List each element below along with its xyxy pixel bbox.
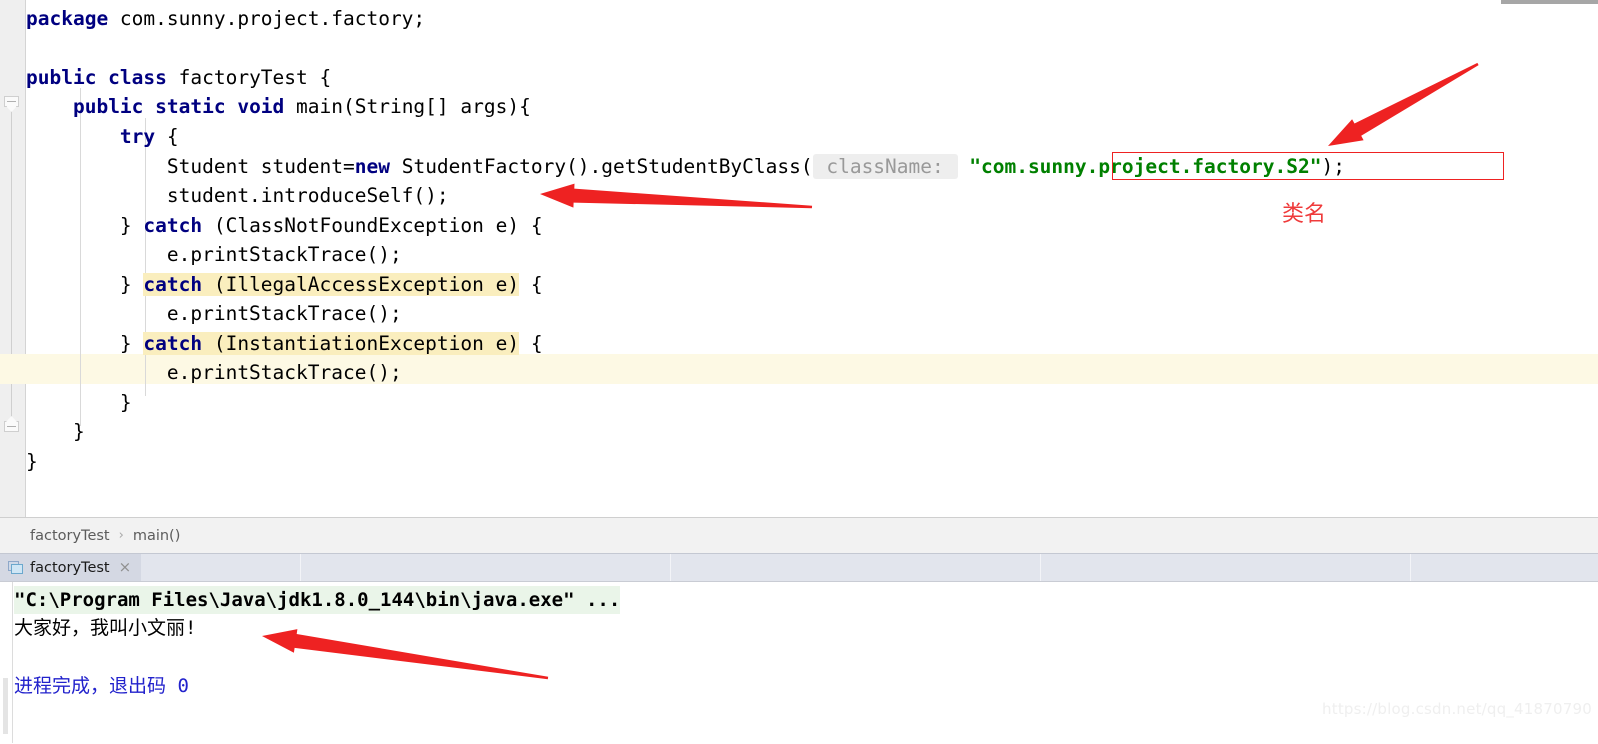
code-line[interactable]: e.printStackTrace(); — [26, 358, 402, 388]
console-output[interactable]: "C:\Program Files\Java\jdk1.8.0_144\bin\… — [14, 582, 1598, 743]
code-token: ); — [1321, 155, 1345, 178]
code-token: com.sunny.project.factory; — [119, 7, 426, 30]
code-line[interactable]: } catch (InstantiationException e) { — [26, 329, 543, 359]
annotation-label-class-name: 类名 — [1282, 202, 1327, 227]
code-token: catch — [143, 273, 203, 296]
fold-end-marker[interactable] — [4, 416, 19, 436]
console-scrollbar-thumb[interactable] — [3, 678, 8, 734]
code-line[interactable]: public static void main(String[] args){ — [26, 92, 531, 122]
code-token: student.introduceSelf(); — [26, 184, 449, 207]
tab-divider — [1040, 554, 1041, 581]
code-token: factoryTest { — [178, 66, 332, 89]
breadcrumb-item-method[interactable]: main() — [133, 528, 181, 544]
code-token: className: — [812, 154, 958, 179]
tab-divider — [670, 554, 671, 581]
console-line: 进程完成，退出码 0 — [14, 675, 189, 697]
fold-collapse-marker[interactable] — [4, 96, 19, 112]
code-token: try — [119, 125, 156, 148]
code-token: } — [26, 391, 132, 414]
code-line[interactable]: Student student=new StudentFactory().get… — [26, 152, 1345, 182]
code-content[interactable]: package com.sunny.project.factory; public… — [0, 0, 1598, 517]
code-line[interactable]: } — [26, 447, 38, 477]
code-token: StudentFactory().getStudentByClass( — [389, 155, 813, 178]
code-token: e.printStackTrace(); — [26, 302, 402, 325]
watermark: https://blog.csdn.net/qq_41870790 — [1322, 700, 1592, 718]
code-token: catch — [143, 214, 203, 237]
breadcrumb-separator-icon: › — [118, 528, 124, 543]
code-token: (InstantiationException e) — [202, 332, 520, 355]
run-tab-label: factoryTest — [30, 559, 110, 576]
run-tool-tab-bar[interactable]: factoryTest × — [0, 553, 1598, 581]
code-token: { — [519, 332, 543, 355]
code-line[interactable]: } catch (ClassNotFoundException e) { — [26, 211, 543, 241]
code-token: { — [155, 125, 179, 148]
code-editor[interactable]: package com.sunny.project.factory; public… — [0, 0, 1598, 517]
code-token: public class — [26, 66, 179, 89]
code-token: e.printStackTrace(); — [26, 361, 402, 384]
code-line[interactable]: student.introduceSelf(); — [26, 181, 449, 211]
code-line[interactable]: public class factoryTest { — [26, 63, 331, 93]
code-token: { — [519, 273, 543, 296]
code-token: public static void — [72, 95, 297, 118]
code-token: } — [26, 420, 85, 443]
code-token: catch — [143, 332, 203, 355]
code-token: Student student= — [26, 155, 355, 178]
code-token: new — [354, 155, 390, 178]
code-token: com.sunny.project.factory.S2 — [980, 155, 1310, 178]
breadcrumb[interactable]: factoryTest › main() — [0, 517, 1598, 553]
application-icon — [8, 560, 24, 575]
code-line[interactable]: try { — [26, 122, 179, 152]
tab-divider — [300, 554, 301, 581]
code-line[interactable]: } catch (IllegalAccessException e) { — [26, 270, 543, 300]
console-line: 大家好，我叫小文丽! — [14, 617, 197, 639]
code-token: e.printStackTrace(); — [26, 243, 402, 266]
code-line[interactable]: e.printStackTrace(); — [26, 240, 402, 270]
code-token: } — [26, 332, 144, 355]
code-token: " — [1309, 155, 1322, 178]
code-token: } — [26, 273, 144, 296]
code-token: " — [957, 155, 981, 178]
run-tab-factorytest[interactable]: factoryTest × — [0, 554, 142, 581]
code-token: package — [26, 7, 120, 30]
code-token: } — [26, 450, 38, 473]
code-line[interactable]: } — [26, 388, 132, 418]
code-token: } — [26, 214, 144, 237]
code-line[interactable]: package com.sunny.project.factory; — [26, 4, 425, 34]
breadcrumb-item-class[interactable]: factoryTest — [30, 528, 110, 544]
code-line[interactable]: e.printStackTrace(); — [26, 299, 402, 329]
console-line: "C:\Program Files\Java\jdk1.8.0_144\bin\… — [14, 586, 621, 614]
ide-window: package com.sunny.project.factory; public… — [0, 0, 1598, 743]
editor-gutter[interactable] — [0, 0, 26, 517]
close-icon[interactable]: × — [119, 560, 132, 575]
code-line[interactable]: } — [26, 417, 85, 447]
code-token: (IllegalAccessException e) — [202, 273, 520, 296]
code-token: main(String[] args){ — [296, 95, 531, 118]
console-gutter[interactable] — [0, 582, 13, 743]
run-console[interactable]: "C:\Program Files\Java\jdk1.8.0_144\bin\… — [0, 581, 1598, 743]
tab-divider — [1410, 554, 1411, 581]
code-token: (ClassNotFoundException e) { — [202, 214, 543, 237]
